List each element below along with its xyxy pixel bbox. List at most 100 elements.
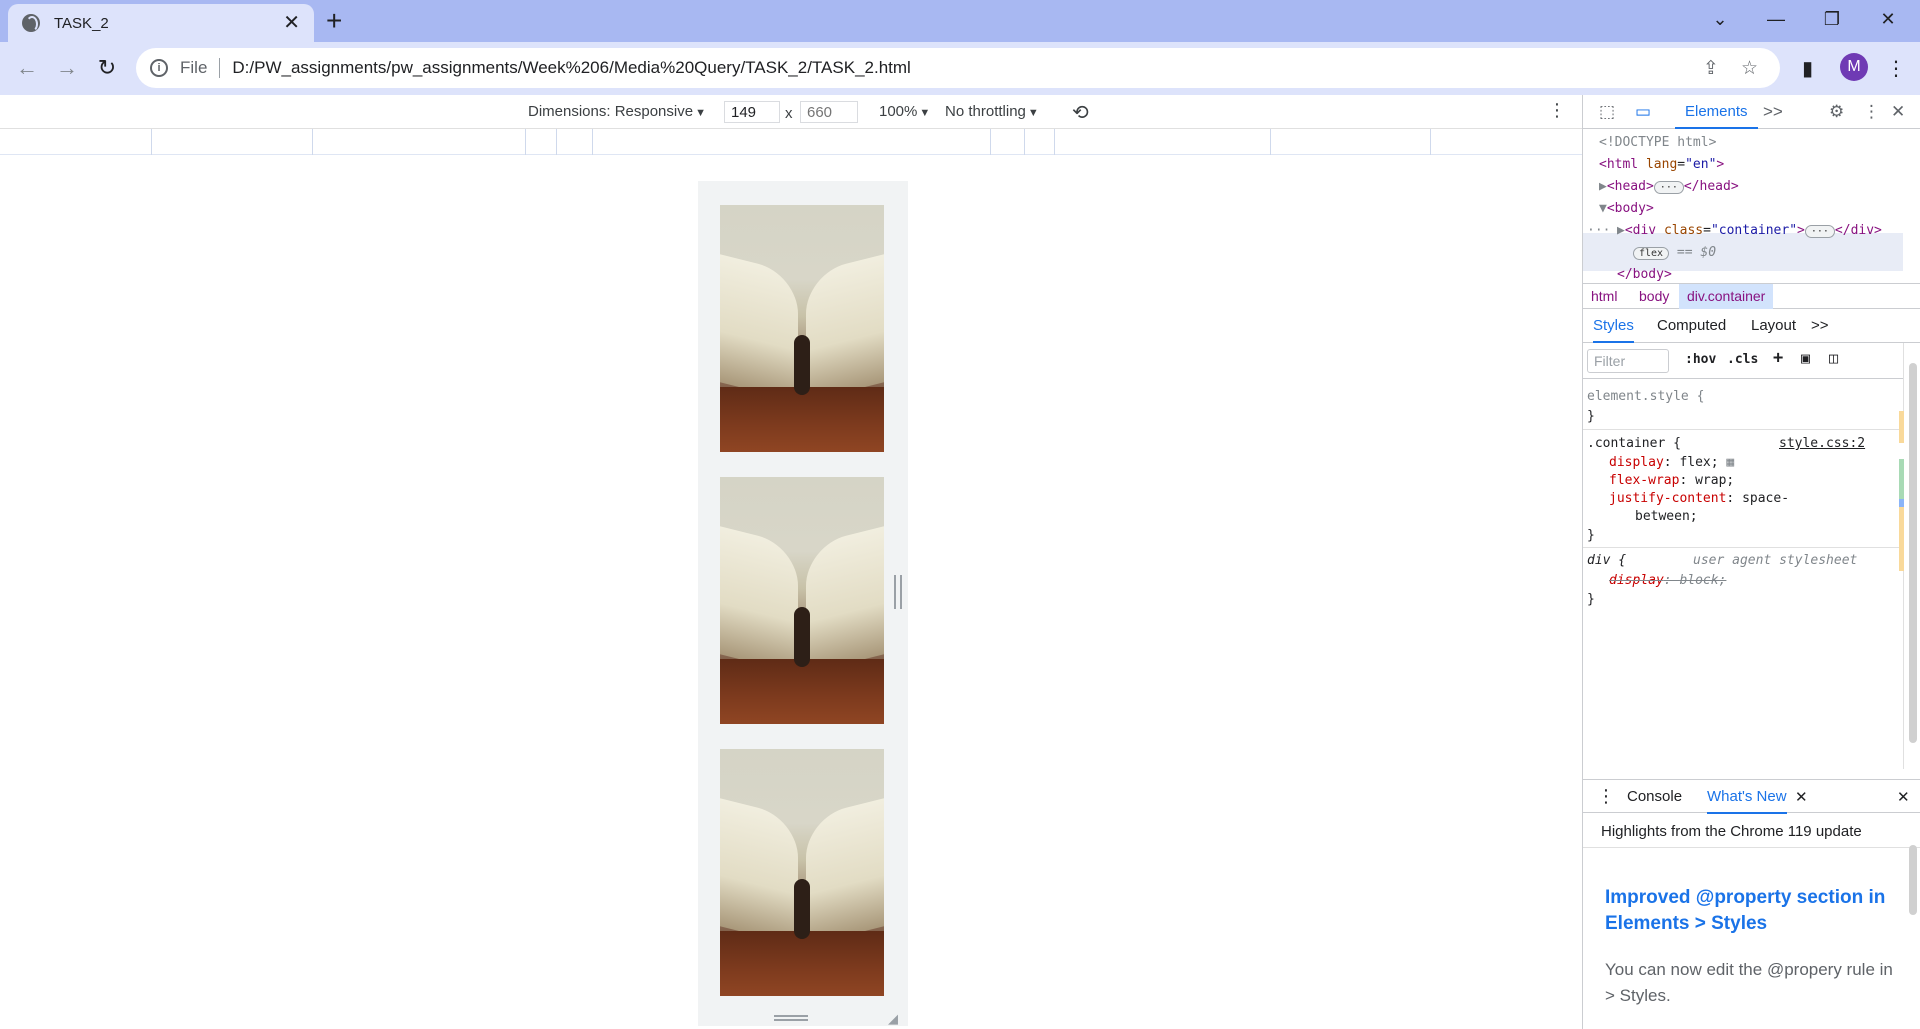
div-container-node[interactable]: ▶<div class="container"> ··· </div> [1617, 223, 1882, 238]
inspect-element-icon[interactable]: ⬚ [1599, 102, 1615, 122]
news-body: You can now edit the @propery rule in > S… [1605, 960, 1893, 1005]
node-ellipsis[interactable]: ··· [1587, 223, 1610, 238]
sidebar-toggle-icon[interactable]: ◫ [1829, 349, 1838, 367]
user-agent-source: user agent stylesheet [1693, 553, 1858, 568]
close-tab-icon[interactable]: ✕ [283, 13, 300, 33]
media-query-ruler[interactable] [0, 129, 1582, 155]
more-options-icon[interactable]: ⋮ [1548, 100, 1566, 121]
table-surface [720, 659, 884, 724]
close-brace: } [1587, 409, 1595, 424]
side-panel-icon[interactable]: ▮ [1802, 56, 1813, 81]
settings-gear-icon[interactable]: ⚙ [1829, 102, 1844, 122]
tab-console[interactable]: Console [1627, 788, 1682, 805]
zoom-dropdown[interactable]: 100% ▼ [879, 103, 930, 120]
ruler-tick [525, 129, 526, 155]
forward-button[interactable]: → [52, 53, 82, 83]
width-input[interactable] [724, 101, 780, 123]
profile-avatar[interactable]: M [1840, 53, 1868, 81]
scroll-thumb[interactable] [1909, 363, 1917, 743]
decl-flex-wrap[interactable]: flex-wrap: wrap; [1609, 473, 1734, 488]
restore-button[interactable]: ❐ [1804, 0, 1860, 38]
url-text[interactable]: D:/PW_assignments/pw_assignments/Week%20… [232, 58, 1703, 78]
drawer-menu-icon[interactable]: ⋮ [1597, 786, 1615, 807]
menu-kebab-icon[interactable]: ⋮ [1886, 56, 1906, 81]
book-image [720, 205, 884, 452]
decl-justify-content[interactable]: justify-content: space- [1609, 491, 1789, 506]
styles-subtabs: Styles Computed Layout >> [1583, 309, 1920, 343]
head-node[interactable]: ▶<head> ··· </head> [1599, 179, 1739, 194]
devtools-menu-icon[interactable]: ⋮ [1863, 102, 1880, 122]
more-subtabs-icon[interactable]: >> [1811, 317, 1829, 334]
breadcrumb-body[interactable]: body [1639, 288, 1669, 304]
ruler-tick [990, 129, 991, 155]
width-resize-handle[interactable] [894, 575, 902, 609]
decl-display[interactable]: display: flex; ▦ [1609, 455, 1734, 470]
new-tab-button[interactable]: + [326, 6, 342, 36]
style-source-link[interactable]: style.css:2 [1779, 436, 1865, 451]
info-icon[interactable]: i [150, 59, 168, 77]
minimize-button[interactable]: — [1748, 0, 1804, 38]
table-surface [720, 387, 884, 452]
rotate-icon[interactable]: ⟲ [1072, 100, 1089, 125]
tab-elements[interactable]: Elements [1675, 95, 1758, 129]
bookmark-star-icon[interactable]: ☆ [1741, 57, 1758, 80]
news-title[interactable]: Improved @property section in Elements > … [1605, 885, 1920, 937]
throttling-dropdown[interactable]: No throttling ▼ [945, 103, 1039, 120]
whats-new-heading: Highlights from the Chrome 119 update [1601, 823, 1862, 840]
style-scroll-markers [1899, 411, 1904, 571]
ruler-tick [592, 129, 593, 155]
decl-justify-content-cont: between; [1635, 509, 1698, 524]
book-image [720, 749, 884, 996]
cls-button[interactable]: .cls [1727, 352, 1758, 367]
close-window-button[interactable]: ✕ [1860, 0, 1916, 38]
drawer-scrollbar[interactable] [1905, 833, 1919, 1023]
ruler-tick [1270, 129, 1271, 155]
paint-icon[interactable]: ▣ [1801, 349, 1810, 367]
styles-scrollbar[interactable] [1903, 343, 1920, 769]
tab-search-icon[interactable]: ⌄ [1692, 0, 1748, 38]
close-drawer-icon[interactable]: ✕ [1897, 788, 1910, 806]
share-icon[interactable]: ⇪ [1703, 57, 1719, 80]
container-selector[interactable]: .container { [1587, 436, 1681, 451]
reload-button[interactable]: ↻ [92, 53, 122, 83]
tab-layout[interactable]: Layout [1751, 317, 1796, 334]
height-resize-handle[interactable] [774, 1015, 808, 1021]
hov-button[interactable]: :hov [1685, 352, 1716, 367]
flex-badge: flex [1633, 247, 1670, 260]
doctype-line[interactable]: <!DOCTYPE html> [1599, 135, 1716, 150]
device-toggle-icon[interactable]: ▭ [1635, 102, 1651, 122]
rule-divider [1583, 429, 1903, 430]
dimensions-dropdown[interactable]: Dimensions: Responsive ▼ [528, 103, 706, 120]
close-tab-icon[interactable]: ✕ [1795, 788, 1808, 806]
tab-styles[interactable]: Styles [1593, 309, 1634, 343]
corner-resize-handle[interactable]: ◢ [888, 1011, 902, 1026]
devtools-tabbar: ⬚ ▭ Elements >> ⚙ ⋮ ✕ [1583, 95, 1920, 129]
browser-tab[interactable]: TASK_2 ✕ [8, 4, 314, 42]
decl-display-overridden[interactable]: display: block; [1609, 573, 1726, 588]
div-selector[interactable]: div { [1587, 553, 1626, 568]
styles-filter-input[interactable]: Filter [1587, 349, 1669, 373]
back-button[interactable]: ← [12, 53, 42, 83]
body-close-tag[interactable]: </body> [1617, 267, 1672, 282]
new-rule-icon[interactable]: + [1773, 348, 1783, 368]
flex-badge-line[interactable]: flex == $0 [1633, 245, 1716, 260]
breadcrumb-div-container[interactable]: div.container [1679, 284, 1774, 309]
address-bar[interactable]: i File D:/PW_assignments/pw_assignments/… [136, 48, 1780, 88]
book-page-right [806, 524, 884, 674]
book-page-right [806, 796, 884, 946]
book-page-left [720, 252, 798, 402]
element-style-selector[interactable]: element.style { [1587, 389, 1704, 404]
divider [1583, 847, 1920, 848]
height-input[interactable] [800, 101, 858, 123]
tab-title: TASK_2 [54, 14, 109, 32]
tab-computed[interactable]: Computed [1657, 317, 1726, 334]
more-tabs-icon[interactable]: >> [1763, 102, 1783, 122]
body-node[interactable]: ▼<body> [1599, 201, 1654, 216]
scroll-thumb[interactable] [1909, 845, 1917, 915]
close-devtools-icon[interactable]: ✕ [1891, 102, 1905, 122]
breadcrumb-html[interactable]: html [1591, 288, 1617, 304]
book-page-left [720, 524, 798, 674]
tab-whats-new[interactable]: What's New [1707, 780, 1787, 814]
html-node[interactable]: <html lang="en"> [1599, 157, 1724, 172]
table-surface [720, 931, 884, 996]
